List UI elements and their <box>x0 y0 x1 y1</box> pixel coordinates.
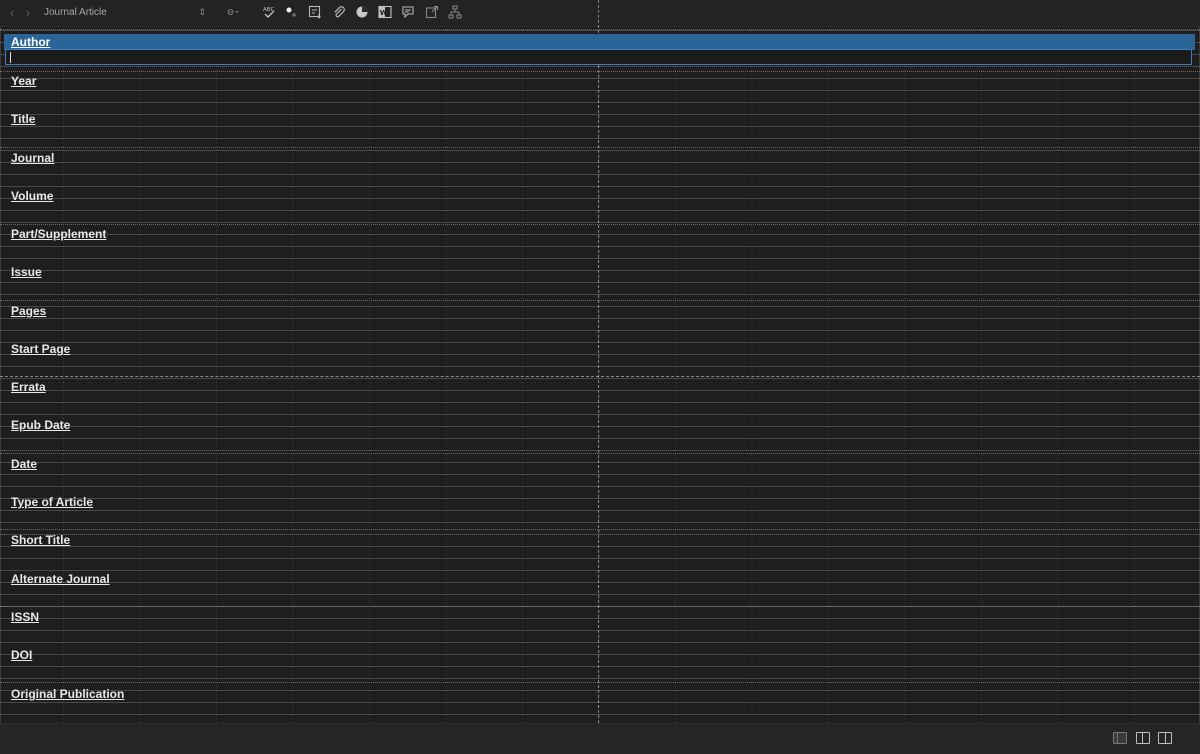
reference-type-select[interactable]: Journal Article ⇕ <box>40 4 210 20</box>
field-issn[interactable]: ISSN <box>0 604 1200 642</box>
layout-panel-icon[interactable] <box>1158 732 1172 744</box>
field-errata[interactable]: Errata <box>0 374 1200 412</box>
field-label-short-title: Short Title <box>11 533 71 547</box>
field-label-issue: Issue <box>11 265 42 279</box>
attach-file-icon[interactable] <box>330 4 348 20</box>
field-pages[interactable]: Pages <box>0 298 1200 336</box>
field-journal[interactable]: Journal <box>0 145 1200 183</box>
status-bar <box>0 723 1200 754</box>
field-part-supplement[interactable]: Part/Supplement <box>0 221 1200 259</box>
toolbar: ‹ › Journal Article ⇕ ABC W <box>0 0 1200 27</box>
reference-type-label: Journal Article <box>44 6 107 18</box>
svg-text:W: W <box>380 9 388 17</box>
field-title[interactable]: Title <box>0 106 1200 144</box>
field-label-start-page: Start Page <box>11 342 71 356</box>
field-label-alternate-journal: Alternate Journal <box>11 572 110 586</box>
open-link-icon[interactable] <box>423 4 441 20</box>
field-label-issn: ISSN <box>11 610 40 624</box>
layout-split-icon[interactable] <box>1136 732 1150 744</box>
field-label-author: Author <box>11 35 51 49</box>
field-author[interactable]: Author <box>0 32 1200 66</box>
field-label-date: Date <box>11 457 38 471</box>
edit-note-icon[interactable] <box>399 4 417 20</box>
field-label-original-publication: Original Publication <box>11 687 125 701</box>
back-icon[interactable]: ‹ <box>6 4 18 20</box>
field-original-publication[interactable]: Original Publication <box>0 681 1200 719</box>
word-icon[interactable]: W <box>376 4 394 20</box>
field-label-year: Year <box>11 74 37 88</box>
field-label-journal: Journal <box>11 151 55 165</box>
spellcheck-icon[interactable]: ABC <box>260 4 278 20</box>
field-label-part-supplement: Part/Supplement <box>11 227 107 241</box>
field-label-type-of-article: Type of Article <box>11 495 94 509</box>
field-issue[interactable]: Issue <box>0 259 1200 297</box>
field-label-errata: Errata <box>11 380 46 394</box>
field-type-of-article[interactable]: Type of Article <box>0 489 1200 527</box>
field-label-epub-date: Epub Date <box>11 418 71 432</box>
field-label-pages: Pages <box>11 304 47 318</box>
selected-field-highlight <box>4 34 1195 50</box>
field-label-title: Title <box>11 112 36 126</box>
forward-icon[interactable]: › <box>22 4 34 20</box>
field-label-volume: Volume <box>11 189 54 203</box>
field-volume[interactable]: Volume <box>0 183 1200 221</box>
author-input[interactable] <box>5 49 1192 65</box>
figure-icon[interactable] <box>353 4 371 20</box>
field-label-doi: DOI <box>11 648 33 662</box>
field-start-page[interactable]: Start Page <box>0 336 1200 374</box>
hierarchy-icon[interactable] <box>446 4 464 20</box>
field-year[interactable]: Year <box>0 68 1200 106</box>
field-alternate-journal[interactable]: Alternate Journal <box>0 566 1200 604</box>
field-doi[interactable]: DOI <box>0 642 1200 680</box>
field-short-title[interactable]: Short Title <box>0 527 1200 565</box>
layout-single-icon[interactable] <box>1113 732 1127 744</box>
field-date[interactable]: Date <box>0 451 1200 489</box>
insert-text-icon[interactable] <box>306 4 324 20</box>
text-caret <box>10 52 11 63</box>
minus-circle-icon[interactable] <box>219 4 249 20</box>
updown-chevron-icon: ⇕ <box>198 6 206 17</box>
insert-symbol-icon[interactable] <box>282 4 300 20</box>
field-epub-date[interactable]: Epub Date <box>0 412 1200 450</box>
